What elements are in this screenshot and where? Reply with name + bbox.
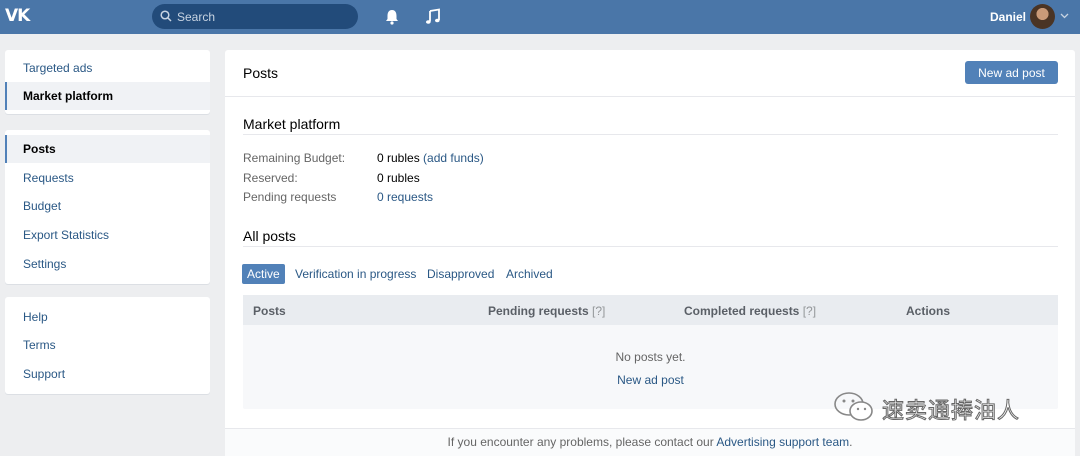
wechat-icon xyxy=(834,392,873,421)
sidebar-item-budget[interactable]: Budget xyxy=(5,192,210,220)
vk-logo[interactable]: VK xyxy=(5,6,35,26)
chevron-down-icon[interactable] xyxy=(1060,13,1069,19)
user-name[interactable]: Daniel xyxy=(990,10,1026,24)
column-pending-requests: Pending requests [?] xyxy=(488,304,605,318)
add-funds-link[interactable]: (add funds) xyxy=(423,151,484,165)
new-ad-post-button[interactable]: New ad post xyxy=(965,61,1058,84)
bell-icon[interactable] xyxy=(383,8,401,26)
market-platform-title: Market platform xyxy=(243,116,341,132)
column-label: Actions xyxy=(906,304,951,318)
column-actions: Actions xyxy=(906,304,950,318)
divider xyxy=(243,246,1058,247)
help-hint[interactable]: [?] xyxy=(803,304,816,318)
reserved-label: Reserved: xyxy=(243,171,298,185)
avatar[interactable] xyxy=(1030,4,1055,29)
column-completed-requests: Completed requests [?] xyxy=(684,304,816,318)
sidebar-item-help[interactable]: Help xyxy=(5,303,210,331)
nav-group-market: Posts Requests Budget Export Statistics … xyxy=(5,130,210,284)
remaining-budget-label: Remaining Budget: xyxy=(243,151,346,165)
sidebar-item-market-platform[interactable]: Market platform xyxy=(5,82,210,110)
search-input[interactable] xyxy=(177,7,347,26)
page-title: Posts xyxy=(243,65,279,81)
empty-state-new-post-link[interactable]: New ad post xyxy=(243,373,1058,387)
divider xyxy=(243,134,1058,135)
sidebar-item-export-statistics[interactable]: Export Statistics xyxy=(5,221,210,249)
main-header: Posts New ad post xyxy=(225,50,1075,97)
sidebar-item-settings[interactable]: Settings xyxy=(5,250,210,278)
search-box[interactable] xyxy=(152,4,358,29)
footer-end: . xyxy=(849,435,853,449)
support-footer: If you encounter any problems, please co… xyxy=(225,428,1075,456)
column-label: Completed requests xyxy=(684,304,800,318)
sidebar-item-posts[interactable]: Posts xyxy=(5,135,210,163)
sidebar-item-targeted-ads[interactable]: Targeted ads xyxy=(5,54,210,82)
column-posts: Posts xyxy=(253,304,286,318)
empty-state-text: No posts yet. xyxy=(615,350,686,364)
tab-disapproved[interactable]: Disapproved xyxy=(427,264,494,284)
table-header: Posts Pending requests [?] Completed req… xyxy=(243,295,1058,325)
sidebar-item-requests[interactable]: Requests xyxy=(5,164,210,192)
reserved-value: 0 rubles xyxy=(377,171,420,185)
column-label: Posts xyxy=(253,304,286,318)
music-icon[interactable] xyxy=(424,8,442,26)
watermark: 速卖通捧油人 xyxy=(832,390,1052,425)
pending-requests-link[interactable]: 0 requests xyxy=(377,190,433,204)
remaining-budget-value: 0 rubles (add funds) xyxy=(377,151,484,165)
footer-text: If you encounter any problems, please co… xyxy=(447,435,717,449)
user-menu[interactable]: Daniel xyxy=(980,3,1080,31)
nav-group-ads: Targeted ads Market platform xyxy=(5,50,210,114)
nav-group-help: Help Terms Support xyxy=(5,297,210,394)
sidebar-item-terms[interactable]: Terms xyxy=(5,331,210,359)
help-hint[interactable]: [?] xyxy=(592,304,605,318)
tab-verification-in-progress[interactable]: Verification in progress xyxy=(295,264,416,284)
sidebar-item-support[interactable]: Support xyxy=(5,360,210,388)
top-bar: VK Daniel xyxy=(0,0,1080,34)
pending-requests-label: Pending requests xyxy=(243,190,337,204)
all-posts-title: All posts xyxy=(243,228,296,244)
tab-archived[interactable]: Archived xyxy=(506,264,553,284)
advertising-support-link[interactable]: Advertising support team xyxy=(716,435,849,449)
tab-active[interactable]: Active xyxy=(242,264,285,284)
remaining-budget-amount: 0 rubles xyxy=(377,151,420,165)
column-label: Pending requests xyxy=(488,304,589,318)
search-icon xyxy=(160,10,172,22)
watermark-text: 速卖通捧油人 xyxy=(881,399,1021,425)
